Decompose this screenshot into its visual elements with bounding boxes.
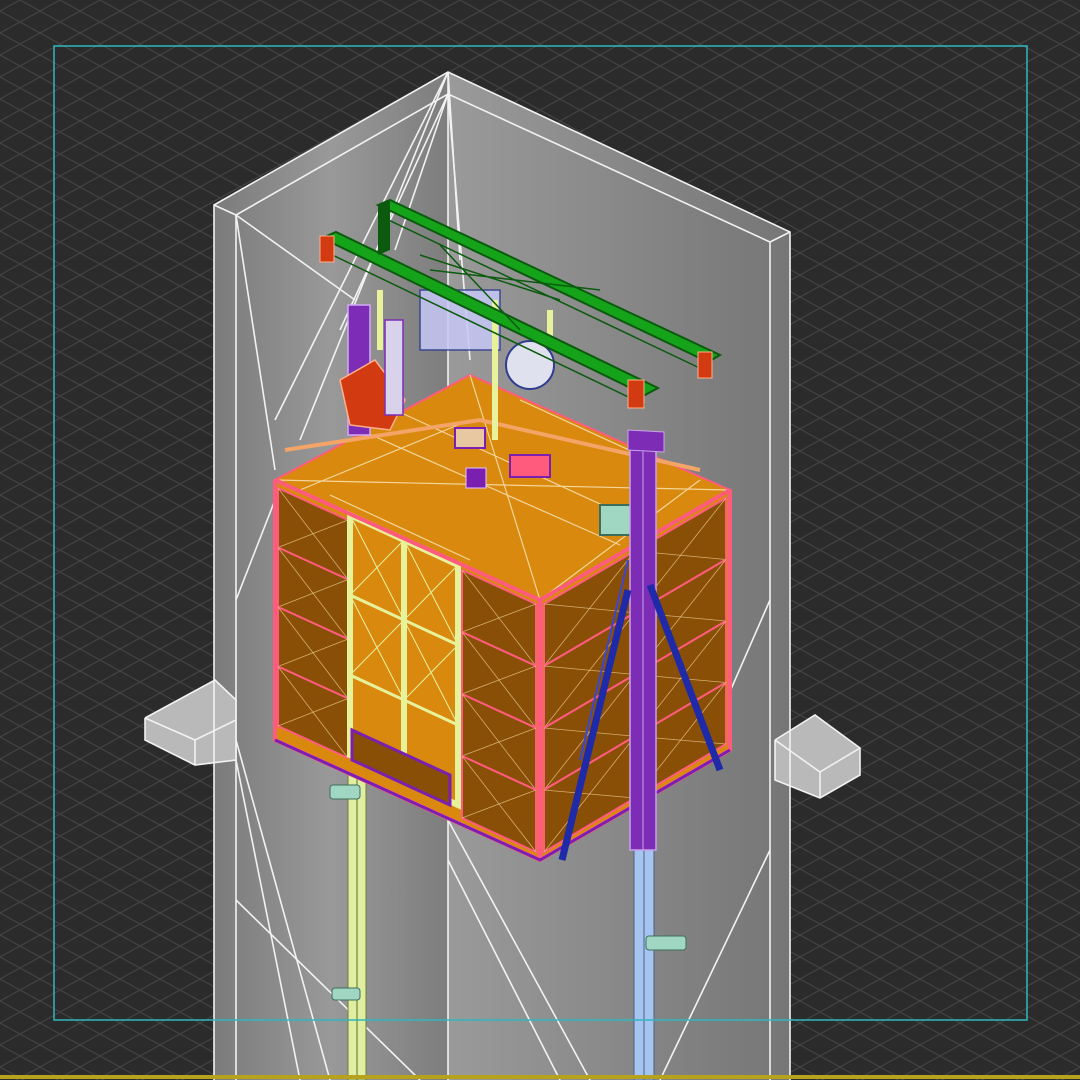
- viewport-scene: [0, 0, 1080, 1080]
- roof-control-unit: [509, 454, 551, 478]
- beam-end-plate: [319, 235, 335, 263]
- roof-junction-box: [465, 467, 487, 489]
- beam-end-plate: [627, 379, 645, 409]
- 3d-viewport[interactable]: [0, 0, 1080, 1080]
- beam-end-plate: [697, 351, 713, 379]
- rail-bracket: [645, 935, 687, 951]
- roof-control-unit-2: [454, 427, 486, 449]
